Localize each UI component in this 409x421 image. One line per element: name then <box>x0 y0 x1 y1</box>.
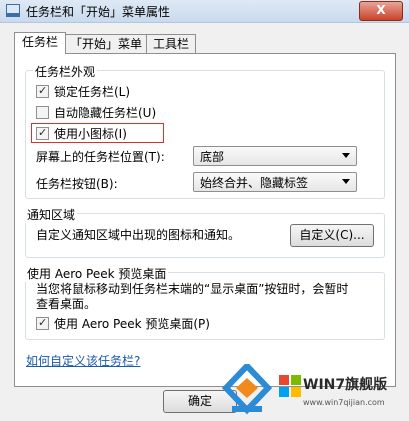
chevron-down-icon <box>342 179 350 184</box>
buttons-label: 任务栏按钮(B): <box>36 177 118 191</box>
close-icon: X <box>376 3 386 17</box>
taskbar-properties-dialog: 任务栏和「开始」菜单属性 X 任务栏 「开始」菜单 工具栏 任务栏外观 ✓ 锁定… <box>0 0 409 421</box>
customize-button[interactable]: 自定义(C)... <box>290 224 374 247</box>
chevron-down-icon <box>342 153 350 158</box>
windows-logo-icon <box>279 375 301 397</box>
checkmark-icon: ✓ <box>38 316 48 329</box>
buttons-value: 始终合并、隐藏标签 <box>200 176 309 190</box>
location-value: 底部 <box>200 150 225 164</box>
tab-toolbars[interactable]: 工具栏 <box>146 34 196 53</box>
appearance-group-title: 任务栏外观 <box>33 63 98 80</box>
title-bar[interactable]: 任务栏和「开始」菜单属性 X <box>0 0 409 23</box>
location-label: 屏幕上的任务栏位置(T): <box>36 150 165 164</box>
location-select[interactable]: 底部 <box>193 146 357 166</box>
taskbar-icon <box>6 4 20 17</box>
window-title: 任务栏和「开始」菜单属性 <box>26 5 171 19</box>
watermark-logo <box>222 364 272 415</box>
watermark-url: www.win7qijian.com <box>303 398 385 407</box>
help-link[interactable]: 如何自定义该任务栏? <box>26 352 140 369</box>
aero-peek-checkbox[interactable]: ✓ <box>36 316 49 330</box>
buttons-select[interactable]: 始终合并、隐藏标签 <box>193 172 357 192</box>
lock-taskbar-checkbox[interactable]: ✓ <box>36 84 49 98</box>
aero-peek-label: 使用 Aero Peek 预览桌面(P) <box>54 317 210 331</box>
auto-hide-checkbox[interactable] <box>36 106 49 119</box>
tab-taskbar[interactable]: 任务栏 <box>14 32 66 54</box>
auto-hide-label: 自动隐藏任务栏(U) <box>54 106 157 120</box>
checkmark-icon: ✓ <box>38 84 48 97</box>
highlight-annotation <box>31 123 164 143</box>
notification-group-title: 通知区域 <box>25 206 78 223</box>
close-button[interactable]: X <box>359 1 403 21</box>
lock-taskbar-label: 锁定任务栏(L) <box>54 85 131 99</box>
tab-start-menu[interactable]: 「开始」菜单 <box>65 34 147 53</box>
watermark-brand: WIN7旗舰版 <box>303 377 388 393</box>
aero-peek-description-line2: 查看桌面。 <box>36 297 97 311</box>
notification-description: 自定义通知区域中出现的图标和通知。 <box>36 228 241 242</box>
